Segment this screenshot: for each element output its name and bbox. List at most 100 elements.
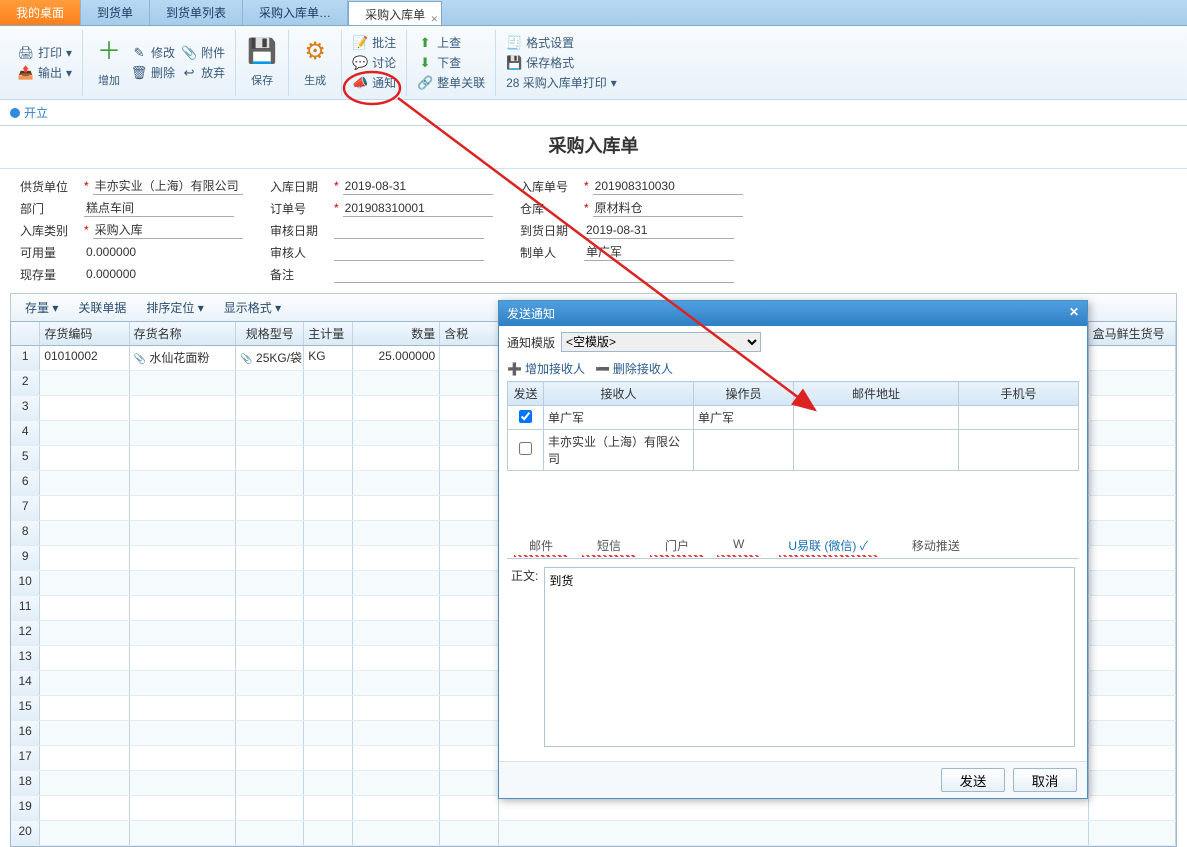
col-unit[interactable]: 主计量: [304, 322, 353, 345]
col-name[interactable]: 存货名称: [130, 322, 237, 345]
col-hema[interactable]: 盒马鲜生货号: [1089, 322, 1176, 345]
remark-field[interactable]: [334, 265, 734, 283]
stock-dropdown[interactable]: 存量 ▾: [17, 297, 66, 318]
dialog-title: 发送通知: [507, 305, 555, 322]
send-checkbox[interactable]: [519, 410, 532, 423]
tab-3[interactable]: 采购入库单…: [243, 0, 348, 25]
table-row[interactable]: 单广军单广军: [508, 406, 1079, 430]
pencil-icon: ✎: [131, 45, 147, 61]
subtab-portal[interactable]: 门户: [643, 533, 711, 558]
subtab-sms[interactable]: 短信: [575, 533, 643, 558]
col-send: 发送: [508, 382, 544, 406]
orderno-field[interactable]: 201908310001: [343, 199, 493, 217]
arrivedate-field[interactable]: 2019-08-31: [584, 221, 734, 239]
generate-button[interactable]: ⚙生成: [299, 36, 331, 90]
send-button[interactable]: 发送: [941, 768, 1005, 792]
col-code[interactable]: 存货编码: [40, 322, 129, 345]
maker-label: 制单人: [520, 244, 580, 261]
modify-button[interactable]: ✎修改: [131, 44, 175, 62]
discuss-button[interactable]: 💬讨论: [352, 54, 396, 72]
header-form: 供货单位*丰亦实业（上海）有限公司 入库日期*2019-08-31 入库单号*2…: [0, 169, 1187, 291]
add-button[interactable]: ＋增加: [93, 36, 125, 90]
auditor-field[interactable]: [334, 243, 484, 261]
table-row[interactable]: 丰亦实业（上海）有限公司: [508, 430, 1079, 471]
auditdate-field[interactable]: [334, 221, 484, 239]
down-icon: ⬇: [417, 55, 433, 71]
col-qty[interactable]: 数量: [353, 322, 440, 345]
abandon-button[interactable]: ↩放弃: [181, 64, 225, 82]
notify-dialog: 发送通知 ✕ 通知模版 <空模版> ➕增加接收人 ➖删除接收人 发送 接收人 操…: [498, 300, 1088, 799]
cancel-button[interactable]: 取消: [1013, 768, 1077, 792]
supplier-field[interactable]: 丰亦实业（上海）有限公司: [93, 177, 243, 195]
sort-dropdown[interactable]: 排序定位 ▾: [138, 297, 211, 318]
bubble-icon: 💬: [352, 55, 368, 71]
whole-button[interactable]: 🔗整单关联: [417, 74, 485, 92]
close-icon[interactable]: ✕: [1069, 305, 1079, 322]
inno-field[interactable]: 201908310030: [593, 177, 743, 195]
col-tax[interactable]: 含税: [440, 322, 498, 345]
table-row[interactable]: 20: [11, 821, 1176, 846]
del-recipient-button[interactable]: ➖删除接收人: [595, 360, 673, 377]
down-button[interactable]: ⬇下查: [417, 54, 485, 72]
send-checkbox[interactable]: [519, 442, 532, 455]
printer-icon: 🖨: [18, 45, 34, 61]
save-button[interactable]: 💾保存: [246, 36, 278, 90]
body-textarea[interactable]: 到货: [544, 567, 1075, 747]
label28-button[interactable]: 28 采购入库单打印 ▾: [506, 74, 617, 92]
relate-button[interactable]: 关联单据: [70, 297, 134, 318]
attach-button[interactable]: 📎附件: [181, 44, 225, 62]
dept-label: 部门: [20, 200, 80, 217]
template-label: 通知模版: [507, 334, 555, 351]
table-row[interactable]: 19: [11, 796, 1176, 821]
dialog-title-bar[interactable]: 发送通知 ✕: [499, 301, 1087, 326]
wh-label: 仓库: [520, 200, 580, 217]
col-recip: 接收人: [544, 382, 694, 406]
inno-label: 入库单号: [520, 178, 580, 195]
arrivedate-label: 到货日期: [520, 222, 580, 239]
col-phone: 手机号: [959, 382, 1079, 406]
avail-label: 可用量: [20, 244, 80, 261]
print-button[interactable]: 🖨打印 ▾: [18, 44, 72, 62]
auditor-label: 审核人: [270, 244, 330, 261]
delete-button[interactable]: 🗑删除: [131, 64, 175, 82]
message-type-tabs: 邮件 短信 门户 W U易联 (微信) ✓ 移动推送: [507, 533, 1079, 559]
savefmt-icon: 💾: [506, 55, 522, 71]
indate-label: 入库日期: [270, 178, 330, 195]
subtab-w[interactable]: W: [711, 533, 766, 558]
remark-label: 备注: [270, 266, 330, 283]
gear-icon: ⚙: [299, 36, 331, 68]
megaphone-icon: 📣: [352, 75, 368, 91]
subtab-push[interactable]: 移动推送: [890, 533, 982, 558]
export-icon: 📤: [18, 65, 34, 81]
tab-active[interactable]: 采购入库单✕: [348, 1, 442, 25]
subtab-mail[interactable]: 邮件: [507, 533, 575, 558]
dept-field[interactable]: 糕点车间: [84, 199, 234, 217]
template-select[interactable]: <空模版>: [561, 332, 761, 352]
tab-1[interactable]: 到货单: [81, 0, 150, 25]
up-button[interactable]: ⬆上查: [417, 34, 485, 52]
tab-2[interactable]: 到货单列表: [150, 0, 243, 25]
page-title: 采购入库单: [0, 126, 1187, 169]
subtab-yilian[interactable]: U易联 (微信) ✓: [766, 533, 890, 558]
plus-icon: ➕: [507, 362, 522, 376]
indate-field[interactable]: 2019-08-31: [343, 177, 493, 195]
saveformat-button[interactable]: 💾保存格式: [506, 54, 617, 72]
approve-button[interactable]: 📝批注: [352, 34, 396, 52]
close-icon[interactable]: ✕: [431, 6, 439, 32]
notify-button[interactable]: 📣通知: [352, 74, 396, 92]
format-icon: 🧾: [506, 35, 522, 51]
maker-field[interactable]: 单广军: [584, 243, 734, 261]
output-button[interactable]: 📤输出 ▾: [18, 64, 72, 82]
wh-field[interactable]: 原材料仓: [593, 199, 743, 217]
display-dropdown[interactable]: 显示格式 ▾: [216, 297, 289, 318]
intype-field[interactable]: 采购入库: [93, 221, 243, 239]
main-tabs: 我的桌面 到货单 到货单列表 采购入库单… 采购入库单✕: [0, 0, 1187, 26]
ribbon: 🖨打印 ▾ 📤输出 ▾ ＋增加 ✎修改 🗑删除 📎附件 ↩放弃 💾保存 ⚙生成 …: [0, 26, 1187, 100]
tab-desktop[interactable]: 我的桌面: [0, 0, 81, 25]
trash-icon: 🗑: [131, 65, 147, 81]
stock-label: 现存量: [20, 266, 80, 283]
format-button[interactable]: 🧾格式设置: [506, 34, 617, 52]
col-spec[interactable]: 规格型号: [236, 322, 304, 345]
add-recipient-button[interactable]: ➕增加接收人: [507, 360, 585, 377]
status-text: 开立: [24, 104, 48, 121]
